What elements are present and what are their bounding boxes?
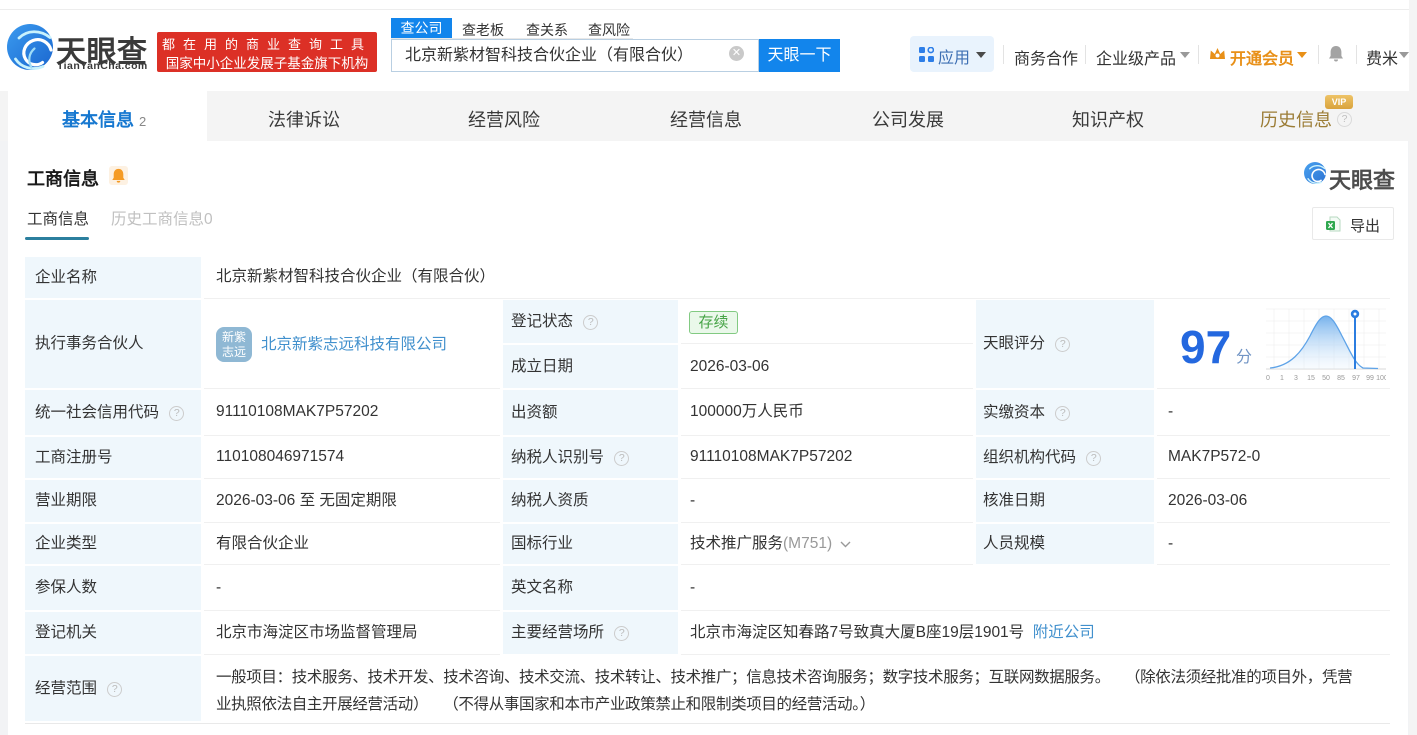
svg-text:100: 100 (1376, 375, 1386, 382)
svg-text:50: 50 (1322, 375, 1330, 382)
svg-text:3: 3 (1294, 375, 1298, 382)
svg-text:0: 0 (1266, 375, 1270, 382)
svg-text:85: 85 (1337, 375, 1345, 382)
svg-text:99: 99 (1366, 375, 1374, 382)
svg-text:15: 15 (1307, 375, 1315, 382)
svg-text:97: 97 (1352, 375, 1360, 382)
svg-text:1: 1 (1280, 375, 1284, 382)
